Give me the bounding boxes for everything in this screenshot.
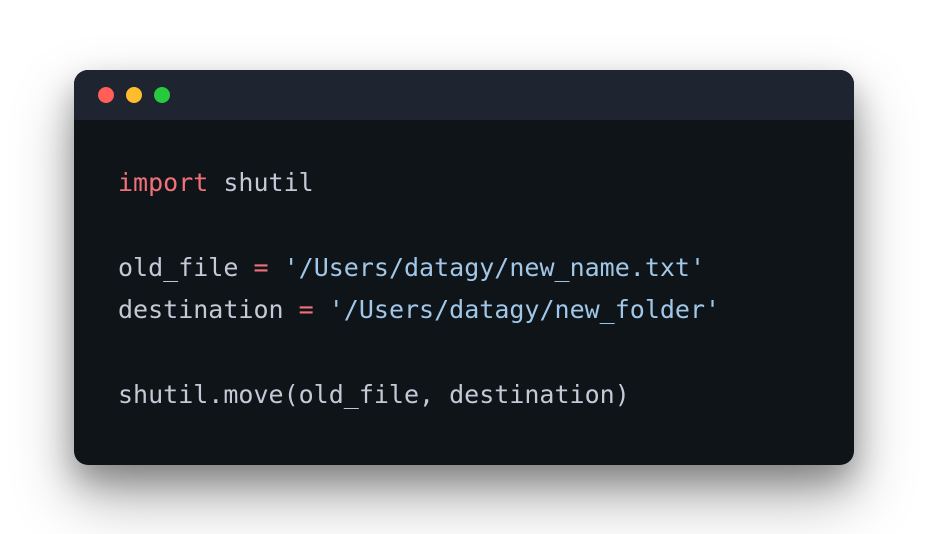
operator-equals: =: [299, 295, 314, 324]
close-button[interactable]: [98, 87, 114, 103]
function-call: shutil.move(old_file, destination): [118, 380, 630, 409]
code-line-1: import shutil: [118, 162, 810, 205]
space: [314, 295, 329, 324]
string-literal: '/Users/datagy/new_folder': [329, 295, 720, 324]
variable-name: old_file: [118, 253, 253, 282]
code-line-3: old_file = '/Users/datagy/new_name.txt': [118, 247, 810, 290]
minimize-button[interactable]: [126, 87, 142, 103]
code-line-6: shutil.move(old_file, destination): [118, 374, 810, 417]
variable-name: destination: [118, 295, 299, 324]
code-line-4: destination = '/Users/datagy/new_folder': [118, 289, 810, 332]
code-window: import shutil old_file = '/Users/datagy/…: [74, 70, 854, 465]
keyword-import: import: [118, 168, 208, 197]
space: [269, 253, 284, 282]
module-name: shutil: [223, 168, 313, 197]
titlebar: [74, 70, 854, 120]
code-line-2-blank: [118, 204, 810, 247]
operator-equals: =: [253, 253, 268, 282]
maximize-button[interactable]: [154, 87, 170, 103]
code-content: import shutil old_file = '/Users/datagy/…: [74, 120, 854, 465]
code-line-5-blank: [118, 332, 810, 375]
space: [208, 168, 223, 197]
string-literal: '/Users/datagy/new_name.txt': [284, 253, 705, 282]
